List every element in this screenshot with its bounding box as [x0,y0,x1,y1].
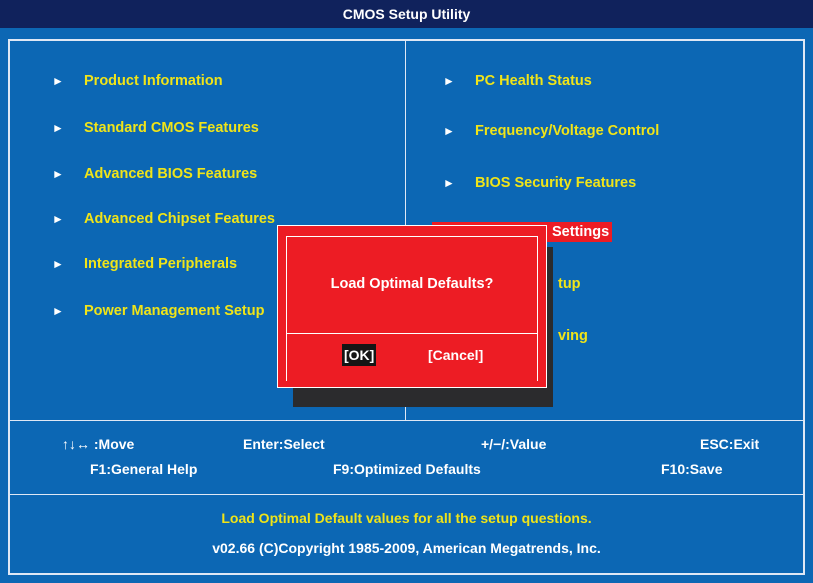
menu-item-advanced-chipset-features[interactable]: ► Advanced Chipset Features [52,209,275,229]
load-defaults-dialog: Load Optimal Defaults? [OK] [Cancel] [277,225,547,388]
menu-item-label: Standard CMOS Features [84,120,259,136]
menu-item-frequency-voltage-control[interactable]: ► Frequency/Voltage Control [443,121,659,141]
menu-item-label: Advanced Chipset Features [84,211,275,227]
menu-item-integrated-peripherals[interactable]: ► Integrated Peripherals [52,254,237,274]
menu-item-advanced-bios-features[interactable]: ► Advanced BIOS Features [52,164,257,184]
key-hint-move: ↑↓↔ :Move [62,436,135,452]
arrow-right-icon: ► [52,74,64,88]
menu-item-pc-health-status[interactable]: ► PC Health Status [443,71,592,91]
key-hint-exit: ESC:Exit [700,436,760,452]
arrow-right-icon: ► [443,74,455,88]
menu-item-label: ving [558,328,588,344]
arrow-right-icon: ► [443,176,455,190]
title-bar: CMOS Setup Utility [0,0,813,28]
menu-item-label: BIOS Security Features [475,175,637,191]
menu-item-label: Integrated Peripherals [84,256,238,272]
menu-item-product-information[interactable]: ► Product Information [52,71,223,91]
menu-item-bios-security-features[interactable]: ► BIOS Security Features [443,173,636,193]
key-hint-save: F10:Save [661,461,723,477]
menu-item-label: tup [558,276,581,292]
menu-item-saving[interactable]: ving [558,326,588,346]
key-hint-select: Enter:Select [243,436,325,452]
bios-screen: CMOS Setup Utility ► Product Information … [0,0,813,583]
dialog-divider [286,333,538,334]
ok-button[interactable]: [OK] [342,344,377,366]
key-hint-optimized: F9:Optimized Defaults [333,461,481,477]
dialog-message: Load Optimal Defaults? [330,276,494,292]
menu-item-setup[interactable]: tup [558,274,581,294]
menu-item-label: PC Health Status [475,73,592,89]
arrow-right-icon: ► [52,167,64,181]
menu-item-label: Power Management Setup [84,303,265,319]
frame-bottom [8,573,805,575]
key-hint-help: F1:General Help [90,461,198,477]
menu-item-power-management-setup[interactable]: ► Power Management Setup [52,301,264,321]
frame-right [803,39,805,575]
menu-item-standard-cmos-features[interactable]: ► Standard CMOS Features [52,118,259,138]
copyright-text: v02.66 (C)Copyright 1985-2009, American … [212,540,601,556]
arrow-right-icon: ► [52,304,64,318]
window-title: CMOS Setup Utility [342,6,471,22]
arrow-right-icon: ► [52,212,64,226]
arrow-right-icon: ► [443,124,455,138]
keys-divider-top [10,420,803,421]
arrow-right-icon: ► [52,121,64,135]
menu-item-label: Frequency/Voltage Control [475,123,660,139]
key-hint-value: +/−/:Value [481,436,547,452]
cancel-button[interactable]: [Cancel] [428,344,483,366]
menu-item-label: Product Information [84,73,223,89]
menu-item-label: Advanced BIOS Features [84,166,258,182]
arrow-right-icon: ► [52,257,64,271]
dialog-frame [286,236,538,381]
keys-divider-bottom [10,494,803,495]
item-help-text: Load Optimal Default values for all the … [221,510,592,526]
frame-top [8,39,805,41]
